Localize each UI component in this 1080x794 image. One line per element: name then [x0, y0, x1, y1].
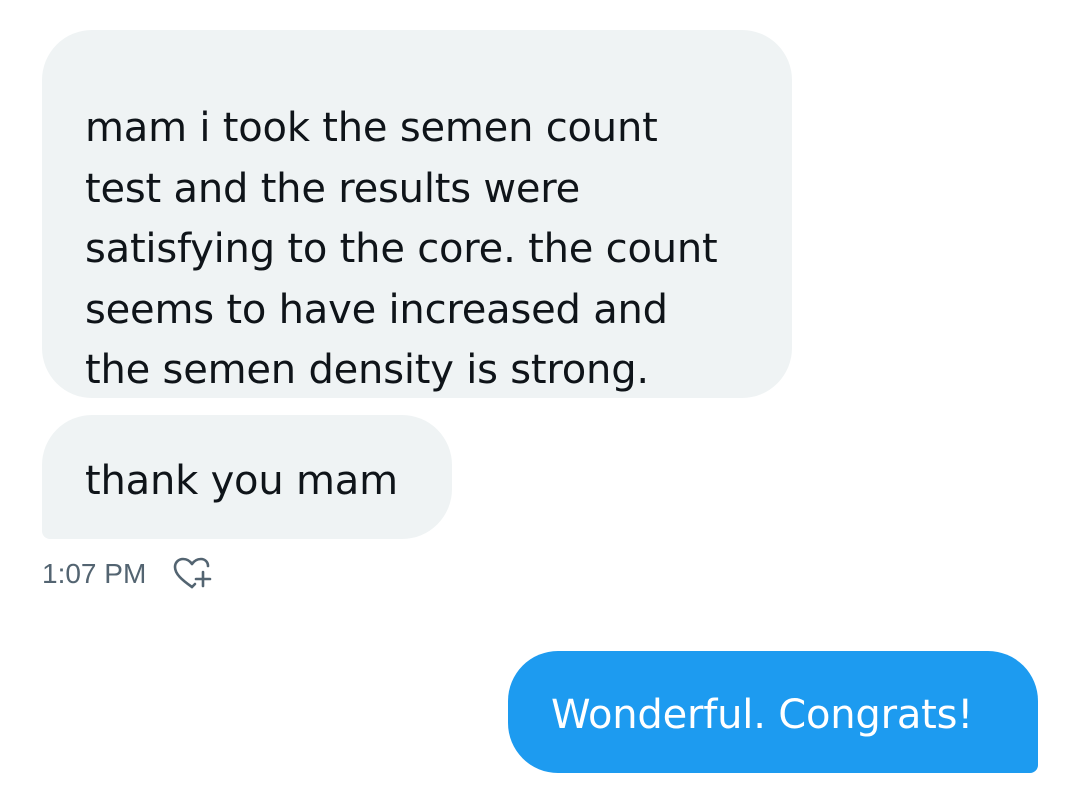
sent-message-bubble[interactable]: Wonderful. Congrats! [508, 651, 1038, 773]
received-message-bubble[interactable]: thank you mam [42, 415, 452, 539]
heart-plus-icon[interactable] [172, 557, 216, 591]
message-text-line: test and the results were [85, 166, 581, 212]
message-text: thank you mam [85, 458, 398, 504]
received-message-bubble[interactable]: mam i took the semen count test and the … [42, 30, 792, 398]
message-text-line: satisfying to the core. the count [85, 226, 718, 272]
message-text-line: the semen density is strong. [85, 347, 649, 393]
message-text-line: mam i took the semen count [85, 105, 658, 151]
message-meta: 1:07 PM [42, 557, 216, 591]
message-text-line: seems to have increased and [85, 287, 668, 333]
message-timestamp: 1:07 PM [42, 558, 147, 589]
message-text: Wonderful. Congrats! [551, 692, 974, 738]
